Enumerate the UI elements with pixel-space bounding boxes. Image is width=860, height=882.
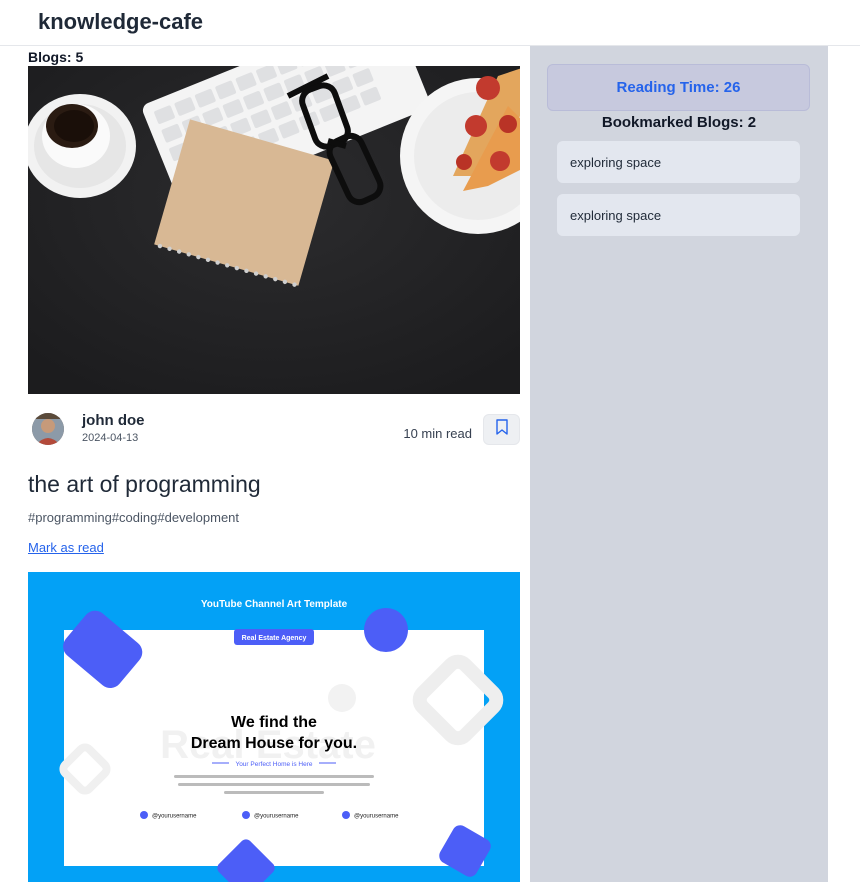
cover2-social-1: @yourusername [152,814,197,820]
blog-title: the art of programming [28,471,261,497]
cover2-social-3: @yourusername [354,814,399,820]
post-date: 2024-04-13 [82,432,139,444]
bookmarked-blogs-title: Bookmarked Blogs: 2 [601,114,757,131]
author-name[interactable]: john doe [82,412,145,429]
cover2-heading: YouTube Channel Art Template [201,599,348,610]
author-row: john doe 2024-04-13 10 min read [28,394,520,464]
blog-cover-image-2: YouTube Channel Art Template Real Estate… [28,572,520,882]
bookmarked-item: exploring space [557,141,800,183]
mark-as-read-link[interactable]: Mark as read [28,540,104,558]
header: knowledge-cafe [0,0,860,46]
cover2-headline-2: Dream House for you. [191,735,357,752]
author-avatar [32,413,64,445]
bookmarked-item: exploring space [557,194,800,236]
reading-time-card: Reading Time: 26 [547,64,810,111]
cover2-tagline: Your Perfect Home is Here [235,761,312,768]
cover2-badge: Real Estate Agency [242,635,307,642]
cover2-social-2: @yourusername [254,814,299,820]
blog-tags: #programming#coding#development [28,510,240,525]
bookmark-icon [495,419,509,440]
site-title: knowledge-cafe [38,9,204,34]
read-time: 10 min read [403,426,472,441]
cover2-headline-1: We find the [231,714,317,731]
blog-cover-image [28,66,520,394]
blogs-count: Blogs: 5 [28,49,84,65]
sidebar: Reading Time: 26 Bookmarked Blogs: 2 exp… [530,46,828,882]
bookmark-button[interactable] [483,414,520,445]
blog-list: Blogs: 5 john doe 2024-04-13 10 min read… [28,46,520,882]
